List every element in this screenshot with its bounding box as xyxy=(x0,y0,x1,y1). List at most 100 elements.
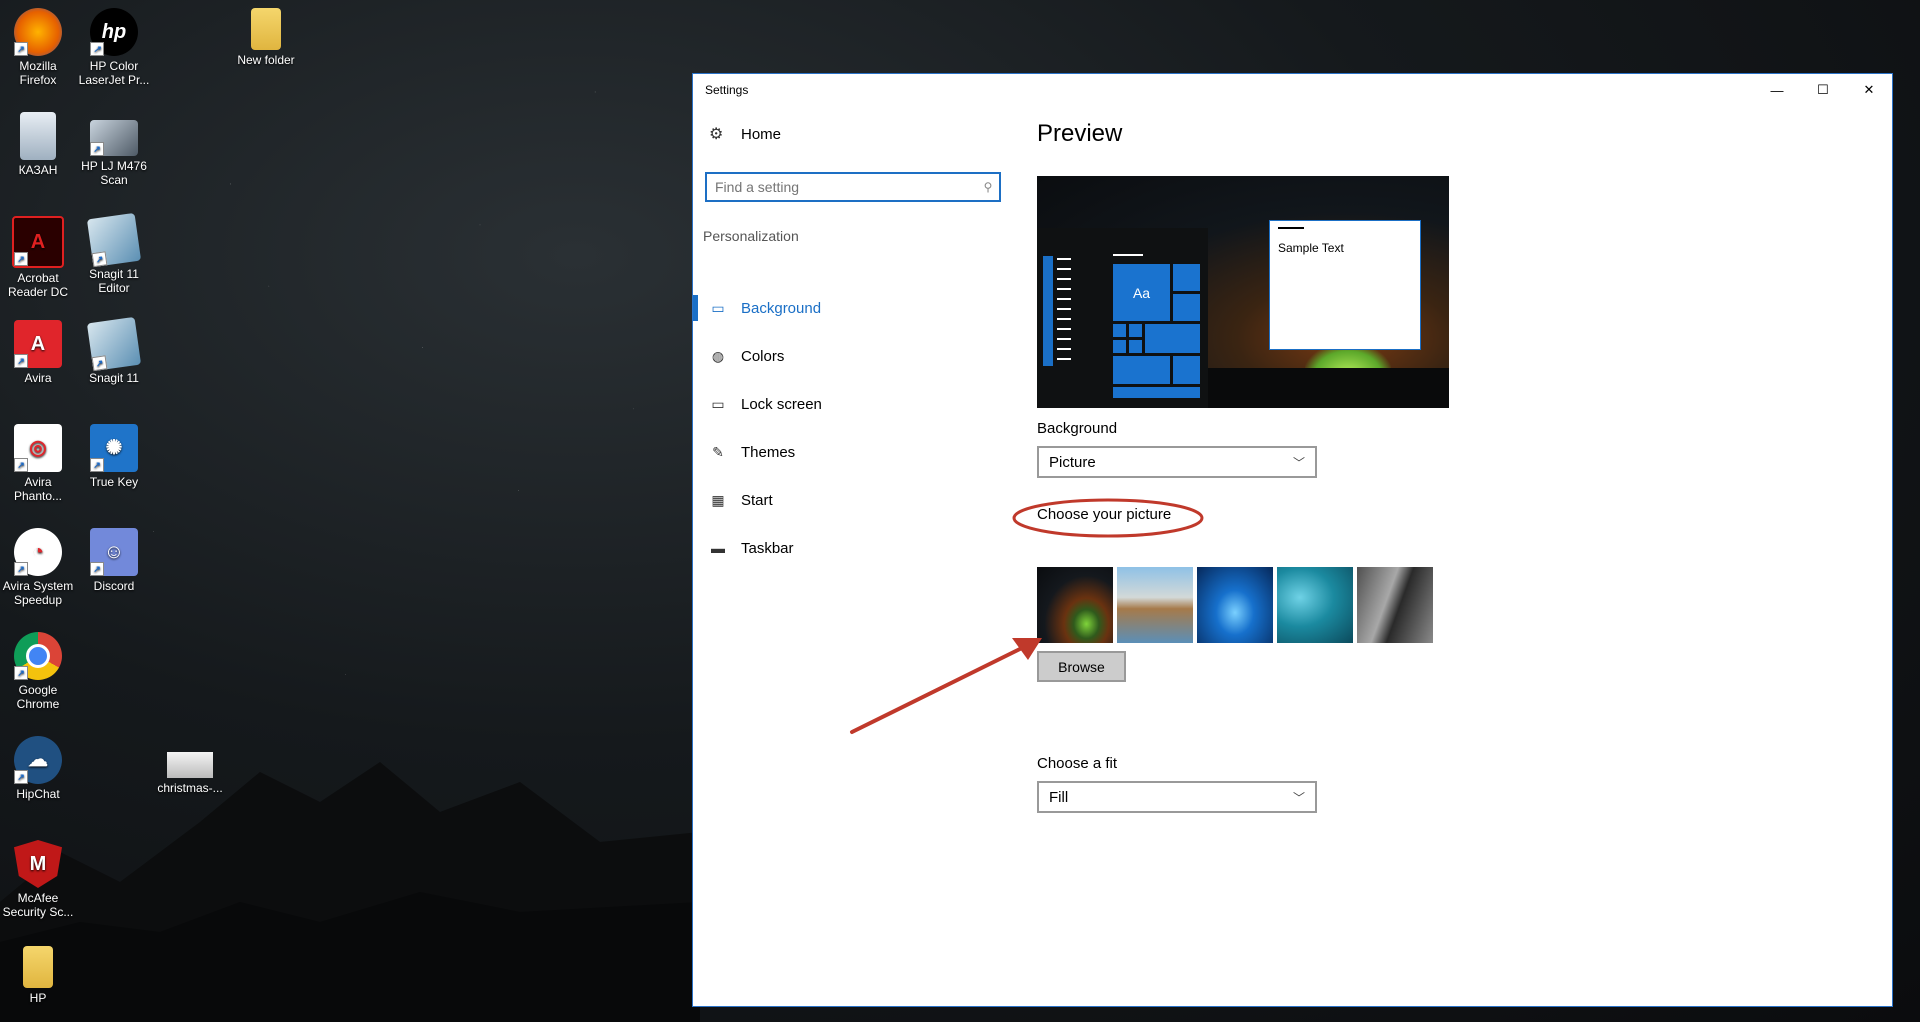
nav-item-label: Colors xyxy=(741,347,785,365)
desktop-icon-christmas-image[interactable]: christmas-... xyxy=(152,752,228,795)
desktop-icon-avira-phantom[interactable]: ◎ ↗ Avira Phanto... xyxy=(0,424,76,503)
desktop-icon-acrobat[interactable]: A ↗ Acrobat Reader DC xyxy=(0,216,76,299)
browse-button[interactable]: Browse xyxy=(1037,651,1126,682)
desktop-icon-label: HP xyxy=(29,991,47,1005)
window-controls: — ☐ ✕ xyxy=(1754,74,1892,106)
preview-sample-titlebar xyxy=(1278,227,1304,229)
choose-picture-label: Choose your picture xyxy=(1037,506,1172,523)
taskbar-icon: ▬ xyxy=(711,540,725,556)
recycle-bin-icon xyxy=(20,112,56,160)
picture-thumbnail-night-tent[interactable] xyxy=(1037,567,1113,643)
themes-icon: ✎ xyxy=(712,443,724,460)
chevron-down-icon: ﹀ xyxy=(1292,791,1305,805)
close-button[interactable]: ✕ xyxy=(1846,74,1892,106)
desktop-icon-chrome[interactable]: ↗ Google Chrome xyxy=(0,632,76,711)
gear-icon: ⚙ xyxy=(709,126,724,143)
desktop-icon-snagit-editor[interactable]: ↗ Snagit 11 Editor xyxy=(76,212,152,295)
nav-item-colors[interactable]: ◍ Colors xyxy=(693,332,1013,380)
nav-home[interactable]: ⚙ Home xyxy=(709,124,781,144)
hipchat-icon: ☁ ↗ xyxy=(14,736,62,784)
mcafee-icon: M xyxy=(14,840,62,888)
picture-thumbnail-rock-cliff[interactable] xyxy=(1357,567,1433,643)
desktop-icon-label: Discord xyxy=(93,579,135,593)
search-input[interactable] xyxy=(707,178,977,196)
preview-tile xyxy=(1113,356,1170,384)
preview-heading: Preview xyxy=(1037,120,1123,147)
desktop-icon-hp-color-laserjet[interactable]: hp ↗ HP Color LaserJet Pr... xyxy=(76,8,152,87)
background-label: Background xyxy=(1037,420,1118,437)
desktop-icon-label: Google Chrome xyxy=(16,683,60,711)
preview-start-header xyxy=(1113,254,1143,256)
desktop-icon-new-folder[interactable]: New folder xyxy=(228,8,304,67)
preview-tile xyxy=(1173,356,1200,384)
desktop-icon-snagit[interactable]: ↗ Snagit 11 xyxy=(76,316,152,385)
title-bar[interactable]: Settings — ☐ ✕ xyxy=(693,74,1892,106)
nav-item-themes[interactable]: ✎ Themes xyxy=(693,428,1013,476)
fit-dropdown[interactable]: Fill ﹀ xyxy=(1037,781,1317,813)
desktop-icon-label: HipChat xyxy=(16,787,60,801)
avira-icon: A ↗ xyxy=(14,320,62,368)
hp-logo-icon: hp ↗ xyxy=(90,8,138,56)
preview-start-list xyxy=(1057,258,1073,368)
firefox-icon: ↗ xyxy=(14,8,62,56)
preview-tile xyxy=(1129,324,1142,337)
preview-tile xyxy=(1145,324,1200,353)
desktop-icon-discord[interactable]: ☺ ↗ Discord xyxy=(76,528,152,593)
preview-image: Aa Sample Text xyxy=(1037,176,1449,408)
desktop-icon-avira-speedup[interactable]: ◔ ↗ Avira System Speedup xyxy=(0,528,76,607)
nav-item-label: Themes xyxy=(741,443,796,461)
search-icon: ⚲ xyxy=(983,180,993,194)
background-dropdown[interactable]: Picture ﹀ xyxy=(1037,446,1317,478)
snagit-icon: ↗ xyxy=(86,316,142,372)
preview-tile xyxy=(1113,324,1126,337)
scanner-icon: ↗ xyxy=(90,120,138,156)
nav-item-label: Background xyxy=(741,299,822,317)
desktop-icon-label: КАЗАН xyxy=(18,163,58,177)
desktop-icon-label: True Key xyxy=(89,475,139,489)
preview-tile xyxy=(1173,264,1200,291)
nav-item-background[interactable]: ▭ Background xyxy=(693,284,1013,332)
lock-screen-icon: ▭ xyxy=(711,395,725,412)
desktop-icon-label: HP Color LaserJet Pr... xyxy=(78,59,150,87)
palette-icon: ◍ xyxy=(711,347,725,364)
picture-thumbnail-beach-rock[interactable] xyxy=(1117,567,1193,643)
chevron-down-icon: ﹀ xyxy=(1292,456,1305,470)
desktop-icon-avira[interactable]: A ↗ Avira xyxy=(0,320,76,385)
preview-tile xyxy=(1113,340,1126,353)
nav-list: ▭ Background ◍ Colors ▭ Lock screen ✎ Th… xyxy=(693,284,1013,572)
avira-phantom-icon: ◎ ↗ xyxy=(14,424,62,472)
desktop-icon-label: Mozilla Firefox xyxy=(19,59,57,87)
picture-thumbnail-windows-light[interactable] xyxy=(1197,567,1273,643)
nav-item-taskbar[interactable]: ▬ Taskbar xyxy=(693,524,1013,572)
chrome-icon: ↗ xyxy=(14,632,62,680)
desktop-icon-recycle-bin[interactable]: КАЗАН xyxy=(0,112,76,177)
avira-speedup-icon: ◔ ↗ xyxy=(14,528,62,576)
desktop-icon-label: Snagit 11 xyxy=(89,371,139,385)
desktop-icon-label: Acrobat Reader DC xyxy=(7,271,69,299)
nav-item-start[interactable]: ▦ Start xyxy=(693,476,1013,524)
desktop-icon-label: christmas-... xyxy=(157,781,223,795)
desktop-icon-label: Avira Phanto... xyxy=(13,475,63,503)
snagit-editor-icon: ↗ xyxy=(86,212,142,268)
fit-dropdown-value: Fill xyxy=(1049,788,1069,806)
desktop-icon-hp-folder[interactable]: HP xyxy=(0,946,76,1005)
nav-item-lock-screen[interactable]: ▭ Lock screen xyxy=(693,380,1013,428)
minimize-button[interactable]: — xyxy=(1754,74,1800,106)
desktop-icon-hp-scan[interactable]: ↗ HP LJ M476 Scan xyxy=(76,112,152,187)
desktop-icon-label: Avira xyxy=(24,371,52,385)
preview-sample-text: Sample Text xyxy=(1278,241,1344,255)
maximize-button[interactable]: ☐ xyxy=(1800,74,1846,106)
desktop-icon-mcafee[interactable]: M McAfee Security Sc... xyxy=(0,840,76,919)
desktop-icon-true-key[interactable]: ✺ ↗ True Key xyxy=(76,424,152,489)
folder-icon xyxy=(251,8,281,50)
desktop-icon-hipchat[interactable]: ☁ ↗ HipChat xyxy=(0,736,76,801)
start-icon: ▦ xyxy=(711,491,725,508)
desktop-icon-firefox[interactable]: ↗ Mozilla Firefox xyxy=(0,8,76,87)
picture-thumbnail-underwater[interactable] xyxy=(1277,567,1353,643)
nav-home-label: Home xyxy=(741,125,782,143)
image-icon: ▭ xyxy=(711,299,725,316)
nav-section-heading: Personalization xyxy=(703,228,799,244)
desktop-icon-label: Snagit 11 Editor xyxy=(89,267,139,295)
preview-tile xyxy=(1173,294,1200,321)
acrobat-icon: A ↗ xyxy=(12,216,64,268)
